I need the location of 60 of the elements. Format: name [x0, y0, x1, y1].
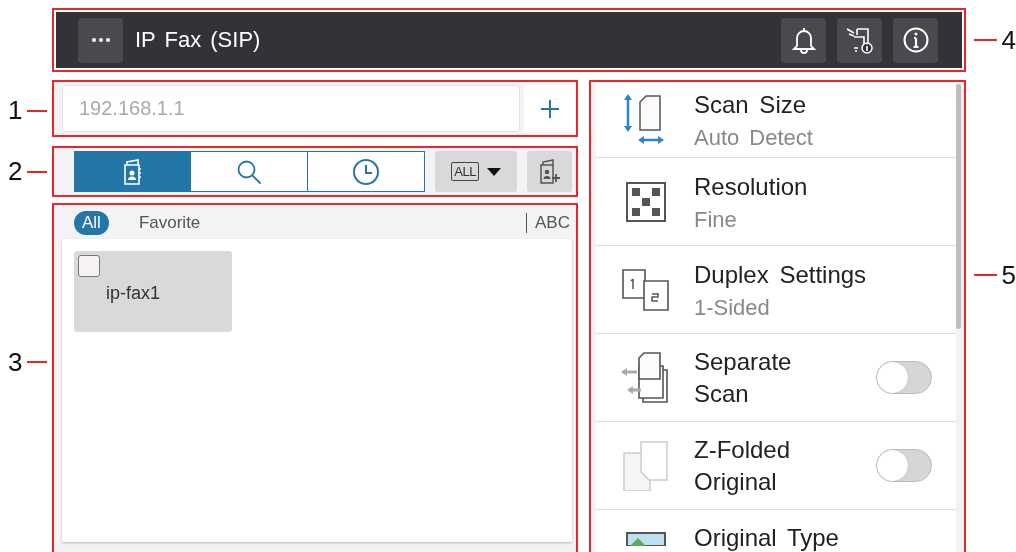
address-field[interactable]: 192.168.1.1 — [62, 85, 520, 132]
device-info-icon — [844, 25, 875, 55]
setting-row[interactable]: Z-Folded Original — [596, 422, 956, 510]
add-contact-button[interactable] — [527, 151, 572, 192]
setting-title: Scan Size — [694, 90, 808, 120]
setting-value: 1-Sided — [694, 294, 771, 321]
index-label[interactable]: ABC — [526, 213, 570, 233]
menu-button[interactable] — [78, 17, 123, 63]
device-info-button[interactable] — [837, 17, 882, 63]
callout-number: 4 — [1001, 24, 1016, 56]
scrollbar[interactable] — [956, 84, 961, 329]
two-pages-icon — [622, 268, 670, 311]
callout-number: 5 — [1001, 259, 1016, 291]
add-button[interactable] — [524, 85, 576, 132]
leader-line — [973, 39, 997, 41]
tab[interactable] — [74, 151, 191, 192]
info-button[interactable] — [893, 17, 938, 63]
tab[interactable] — [308, 151, 425, 192]
folded-pages-icon — [623, 440, 669, 491]
setting-title: Resolution — [694, 171, 809, 202]
setting-row[interactable]: Duplex Settings 1-Sided — [596, 246, 956, 334]
stacked-pages-icon — [621, 351, 671, 404]
leader-line — [27, 361, 48, 363]
setting-title: Separate Scan — [694, 346, 793, 409]
screen-title: IP Fax (SIP) — [135, 27, 262, 53]
search-icon — [236, 158, 262, 185]
callout-number: 2 — [8, 156, 23, 187]
bell-icon — [791, 26, 816, 54]
setting-value: Fine — [694, 206, 738, 233]
leader-line — [973, 274, 997, 276]
setting-value: Auto Detect — [694, 125, 814, 151]
clock-icon — [352, 157, 380, 186]
setting-title: Duplex Settings — [694, 259, 868, 290]
toggle-switch[interactable] — [876, 361, 932, 394]
setting-row[interactable]: Scan Size Auto Detect — [596, 83, 956, 158]
setting-row[interactable]: Original Type — [596, 510, 956, 552]
leader-line — [27, 170, 48, 173]
setting-row[interactable]: Resolution Fine — [596, 158, 956, 246]
filter-tab[interactable]: Favorite — [130, 211, 209, 235]
address-book-icon — [121, 158, 144, 185]
range-dropdown[interactable]: ALL — [435, 151, 518, 192]
checkbox[interactable] — [78, 255, 100, 277]
add-icon — [540, 98, 560, 119]
setting-title: Z-Folded Original — [694, 434, 792, 497]
filter-tab[interactable]: All — [74, 211, 109, 235]
caret-icon — [486, 167, 501, 176]
setting-title: Original Type — [694, 523, 840, 552]
setting-row[interactable]: Separate Scan — [596, 334, 956, 422]
tab[interactable] — [191, 151, 308, 192]
add-contact-icon — [538, 158, 561, 185]
leader-line — [27, 109, 48, 112]
destination-card[interactable]: ip-fax1 — [74, 251, 232, 332]
info-icon — [901, 26, 930, 54]
checkerboard-icon — [626, 181, 666, 222]
more-icon — [91, 38, 110, 42]
notification-button[interactable] — [781, 17, 826, 63]
picture-icon — [626, 532, 666, 546]
toggle-switch[interactable] — [876, 449, 932, 482]
callout-number: 1 — [8, 95, 23, 126]
callout-number: 3 — [8, 346, 23, 378]
